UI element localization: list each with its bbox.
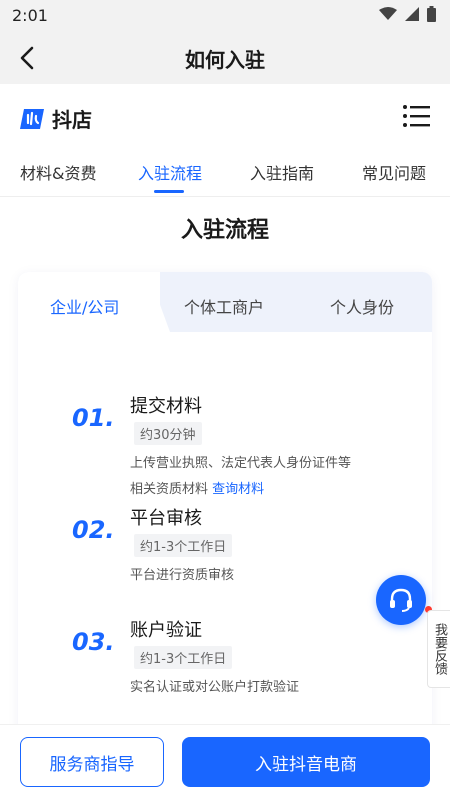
brand-name: 抖店 — [52, 108, 92, 132]
bottom-action-bar: 服务商指导 入驻抖音电商 — [0, 724, 450, 800]
step-number: 01. — [72, 404, 115, 432]
section-title: 入驻流程 — [180, 218, 269, 243]
wifi-icon — [379, 7, 397, 20]
tab-bar: 材料&资费 入驻流程 入驻指南 常见问题 — [0, 148, 450, 197]
tab-materials-fees[interactable]: 材料&资费 — [20, 160, 96, 184]
step-description: 上传营业执照、法定代表人身份证件等 — [130, 456, 352, 471]
feedback-tab[interactable]: 我要反馈 — [427, 610, 450, 688]
tab-process[interactable]: 入驻流程 — [138, 160, 202, 184]
battery-icon — [427, 6, 436, 22]
active-tab-indicator — [154, 190, 184, 193]
doudian-logo-icon — [20, 108, 44, 129]
page-title: 如何入驻 — [185, 48, 265, 72]
step-description: 平台进行资质审核 — [130, 568, 235, 583]
step-title: 提交材料 — [130, 396, 202, 417]
step-description-text: 相关资质材料 — [130, 482, 209, 497]
process-card: 企业/公司 个体工商户 个人身份 01. 提交材料 约30分钟 上传营业执照、法… — [18, 272, 432, 742]
tab-guide[interactable]: 入驻指南 — [250, 160, 314, 184]
step-number: 02. — [72, 516, 115, 544]
subtab-individual[interactable]: 个人身份 — [330, 294, 394, 318]
subtab-company[interactable]: 企业/公司 — [50, 294, 119, 318]
service-provider-guide-button[interactable]: 服务商指导 — [20, 737, 164, 787]
step-duration-badge: 约1-3个工作日 — [134, 534, 233, 557]
step-duration-badge: 约30分钟 — [134, 422, 202, 445]
status-time: 2:01 — [12, 6, 48, 25]
menu-icon[interactable] — [402, 104, 430, 128]
step-description: 实名认证或对公账户打款验证 — [130, 680, 300, 695]
brand-logo[interactable]: 抖店 — [20, 104, 92, 133]
brand-bar: 抖店 — [0, 84, 450, 148]
join-douyin-ecommerce-button[interactable]: 入驻抖音电商 — [182, 737, 430, 787]
step-title: 平台审核 — [130, 508, 202, 529]
subtab-bar: 企业/公司 个体工商户 个人身份 — [18, 272, 432, 332]
customer-service-button[interactable] — [376, 575, 426, 625]
signal-icon — [405, 7, 419, 21]
subtab-individual-business[interactable]: 个体工商户 — [184, 294, 264, 318]
status-icons — [379, 6, 436, 22]
step-description-line2: 相关资质材料 查询材料 — [130, 478, 264, 497]
app-bar: 如何入驻 — [0, 32, 450, 84]
query-materials-link[interactable]: 查询材料 — [212, 482, 264, 497]
tab-faq[interactable]: 常见问题 — [362, 160, 426, 184]
status-bar: 2:01 — [0, 0, 450, 32]
step-duration-badge: 约1-3个工作日 — [134, 646, 233, 669]
active-subtab-slant — [148, 272, 170, 332]
headset-icon — [390, 588, 412, 612]
step-number: 03. — [72, 628, 115, 656]
step-title: 账户验证 — [130, 620, 202, 641]
